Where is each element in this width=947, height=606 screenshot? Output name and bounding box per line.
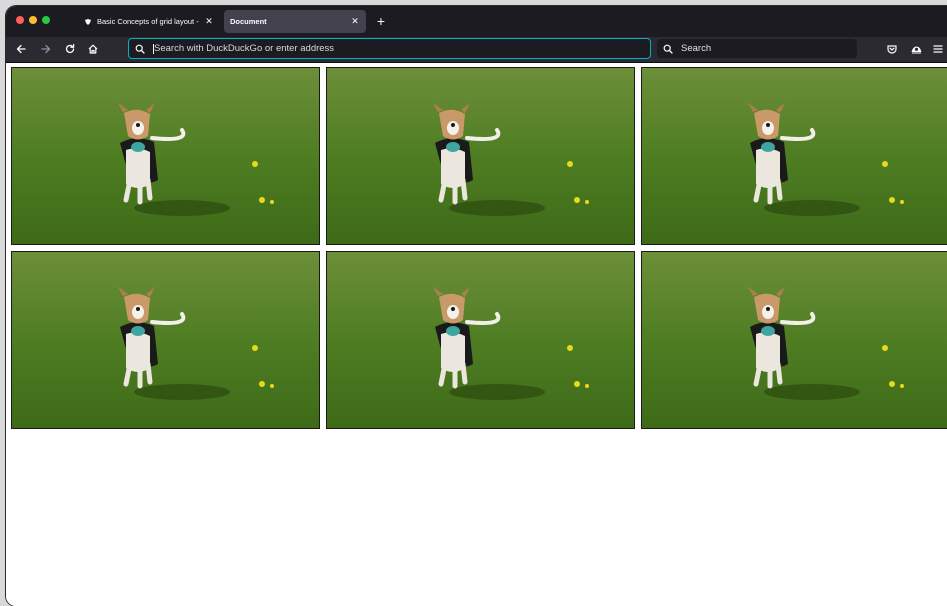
navigation-toolbar [6, 37, 947, 63]
address-bar[interactable] [128, 38, 651, 59]
close-icon[interactable]: ✕ [350, 16, 360, 27]
back-arrow-icon[interactable] [13, 41, 29, 57]
home-icon[interactable] [85, 41, 101, 57]
search-icon [135, 44, 149, 54]
account-icon[interactable] [908, 41, 924, 57]
forward-arrow-icon[interactable] [38, 41, 54, 57]
image-grid [11, 67, 947, 429]
tab-basic-concepts[interactable]: Basic Concepts of grid layout - ✕ [78, 10, 220, 33]
close-icon[interactable]: ✕ [204, 16, 214, 27]
tab-title: Basic Concepts of grid layout - [97, 17, 199, 26]
minimize-window-button[interactable] [29, 16, 37, 24]
search-icon [663, 44, 677, 54]
page-content [6, 63, 947, 606]
zoom-window-button[interactable] [42, 16, 50, 24]
grid-image [641, 67, 947, 245]
search-input[interactable] [681, 43, 857, 54]
close-window-button[interactable] [16, 16, 24, 24]
grid-image [641, 251, 947, 429]
address-input[interactable] [154, 43, 650, 54]
search-bar[interactable] [657, 39, 857, 58]
grid-image [11, 251, 320, 429]
grid-image [326, 67, 635, 245]
tab-document[interactable]: Document ✕ [224, 10, 366, 33]
tab-title: Document [230, 17, 267, 26]
grid-image [326, 251, 635, 429]
mdn-logo-icon [84, 18, 92, 26]
pocket-icon[interactable] [884, 41, 900, 57]
browser-window: Basic Concepts of grid layout - ✕ Docume… [6, 6, 947, 606]
tab-bar: Basic Concepts of grid layout - ✕ Docume… [6, 6, 947, 37]
plus-icon[interactable]: + [374, 14, 388, 28]
reload-icon[interactable] [62, 41, 78, 57]
menu-icon[interactable] [930, 41, 946, 57]
grid-image [11, 67, 320, 245]
